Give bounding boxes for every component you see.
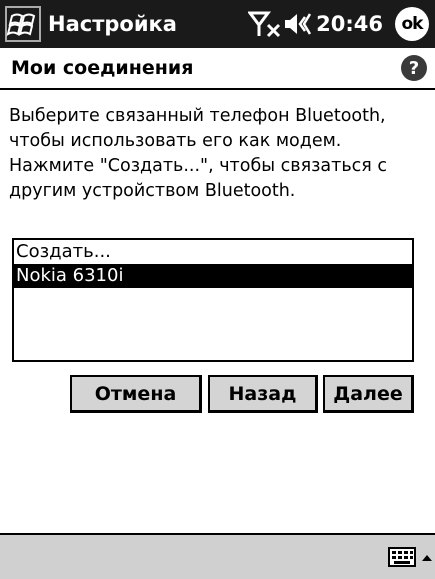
cancel-button[interactable]: Отмена: [70, 375, 202, 413]
signal-off-icon[interactable]: [248, 9, 282, 39]
instructions-text: Выберите связанный телефон Bluetooth, чт…: [9, 104, 429, 204]
instruction-line: чтобы использовать его как модем.: [9, 131, 342, 151]
device-list[interactable]: Создать... Nokia 6310i: [12, 238, 414, 362]
title-bar: Настройка 20:46 ok: [0, 0, 435, 48]
clock[interactable]: 20:46: [316, 12, 383, 36]
page-header: Мои соединения ?: [0, 48, 435, 90]
keyboard-icon[interactable]: [388, 547, 416, 571]
arrow-up-icon[interactable]: [421, 549, 433, 568]
instruction-line: другим устройством Bluetooth.: [9, 181, 296, 201]
ok-button[interactable]: ok: [395, 7, 429, 41]
speaker-icon[interactable]: [282, 9, 312, 39]
page-title: Мои соединения: [11, 57, 194, 79]
next-button[interactable]: Далее: [323, 375, 414, 413]
bottom-bar: [0, 533, 435, 579]
instruction-line: Выберите связанный телефон Bluetooth,: [9, 106, 386, 126]
instruction-line: Нажмите "Создать...", чтобы связаться с: [9, 156, 387, 176]
list-item-create[interactable]: Создать...: [14, 240, 412, 264]
windows-start-icon[interactable]: [0, 0, 46, 48]
list-item-nokia[interactable]: Nokia 6310i: [14, 264, 412, 288]
app-title[interactable]: Настройка: [48, 12, 177, 36]
button-row: Отмена Назад Далее: [0, 375, 435, 415]
help-icon[interactable]: ?: [401, 55, 427, 81]
back-button[interactable]: Назад: [208, 375, 318, 413]
